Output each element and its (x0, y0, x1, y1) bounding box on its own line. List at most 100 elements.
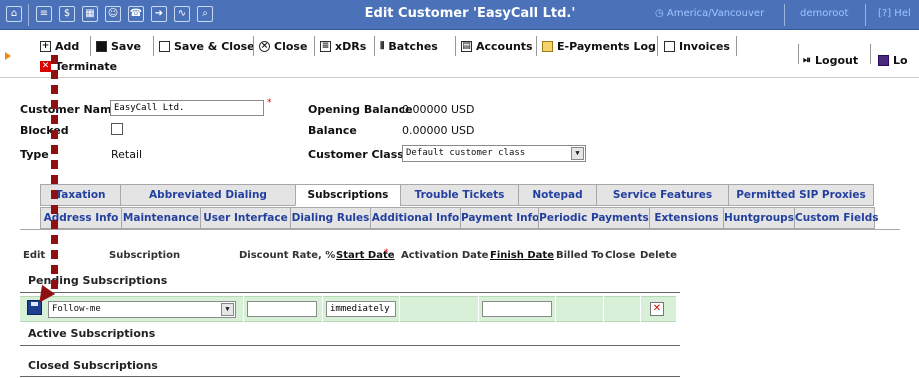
accounts-button[interactable]: ▤ Accounts (461, 38, 533, 54)
page-title: Edit Customer 'EasyCall Ltd.' (364, 6, 576, 21)
separator (28, 4, 29, 26)
col-delete: Delete (640, 250, 677, 261)
separator (865, 4, 866, 26)
close-icon: × (259, 40, 270, 52)
toolbar: + Add Save Save & Close × Close ≡ xDRs ⦀ Bat… (0, 30, 919, 78)
tab-extensions[interactable]: Extensions (649, 207, 723, 229)
cell-divider (555, 296, 556, 322)
cell-divider (478, 296, 479, 322)
delete-row-icon[interactable]: ✕ (650, 302, 664, 316)
required-marker: * (384, 248, 389, 258)
logout-button[interactable]: ⏯ Logout (803, 52, 858, 68)
epayments-log-button[interactable]: E-Payments Log (542, 38, 656, 54)
divider (20, 345, 680, 346)
save-close-button[interactable]: Save & Close (159, 38, 255, 54)
cell-divider (243, 296, 244, 322)
add-label: Add (55, 39, 80, 53)
tab-additional-info[interactable]: Additional Info (370, 207, 460, 229)
grid-icon[interactable]: ▦ (82, 6, 98, 22)
plus-icon: + (40, 40, 51, 52)
close-button[interactable]: × Close (259, 38, 307, 54)
tab-periodic-payments[interactable]: Periodic Payments (538, 207, 649, 229)
tab-row-2: Address Info Maintenance User Interface Dia… (40, 207, 900, 229)
customer-class-value: Default customer class (406, 148, 526, 158)
document-icon: ≡ (320, 40, 331, 52)
tab-subscriptions[interactable]: Subscriptions (295, 184, 400, 206)
tab-abbreviated-dialing[interactable]: Abbreviated Dialing (120, 184, 295, 206)
tab-custom-fields[interactable]: Custom Fields (794, 207, 879, 229)
expand-arrow-icon[interactable] (5, 52, 11, 60)
discount-rate-input[interactable] (247, 301, 317, 317)
col-edit: Edit (23, 250, 46, 261)
col-finish-date[interactable]: Finish Date (490, 250, 554, 261)
timezone-link[interactable]: ◷ America/Vancouver (655, 8, 764, 19)
user-link[interactable]: demoroot (800, 8, 848, 19)
opening-balance-label: Opening Balance (308, 103, 413, 116)
log-button[interactable]: Lo (878, 52, 908, 68)
customer-class-label: Customer Class (308, 148, 404, 161)
tab-permitted-sip-proxies[interactable]: Permitted SIP Proxies (728, 184, 874, 206)
help-label: Hel (894, 8, 911, 19)
cell-divider (640, 296, 641, 322)
disk-icon (159, 40, 170, 52)
closed-subscriptions-heading: Closed Subscriptions (28, 359, 158, 372)
chevron-down-icon: ▼ (571, 147, 584, 160)
save-button[interactable]: Save (96, 38, 141, 54)
batches-button[interactable]: ⦀ Batches (380, 38, 438, 54)
subscription-select[interactable]: Follow-me ▼ (48, 301, 236, 318)
close-label: Close (274, 39, 308, 53)
arrow-icon[interactable]: ➜ (151, 6, 167, 22)
tab-notepad[interactable]: Notepad (518, 184, 596, 206)
annotation-dotted-line (51, 55, 58, 293)
tab-huntgroups[interactable]: Huntgroups (723, 207, 794, 229)
invoice-icon (664, 40, 675, 52)
terminate-icon: ✕ (40, 60, 51, 72)
col-close: Close (605, 250, 636, 261)
phone-icon[interactable]: ☎ (128, 6, 144, 22)
xdrs-label: xDRs (335, 39, 367, 53)
epayments-label: E-Payments Log (557, 39, 656, 53)
accounts-label: Accounts (476, 39, 533, 53)
subscription-value: Follow-me (52, 304, 101, 314)
separator (314, 36, 315, 56)
chevron-down-icon: ▼ (221, 303, 234, 316)
xdrs-button[interactable]: ≡ xDRs (320, 38, 366, 54)
person-icon[interactable]: ☺ (105, 6, 121, 22)
home-icon[interactable]: ⌂ (6, 6, 22, 22)
type-label: Type (20, 148, 49, 161)
chart-icon[interactable]: ∿ (174, 6, 190, 22)
tab-maintenance[interactable]: Maintenance (121, 207, 200, 229)
search-icon[interactable]: ⌕ (197, 6, 213, 22)
cell-divider (603, 296, 604, 322)
separator (657, 36, 658, 56)
tab-payment-info[interactable]: Payment Info (460, 207, 539, 229)
dollar-icon[interactable]: $ (59, 6, 75, 22)
required-marker: * (267, 98, 272, 108)
col-subscription: Subscription (109, 250, 181, 261)
finish-date-input[interactable] (482, 301, 552, 317)
log-label: Lo (893, 53, 908, 67)
help-link[interactable]: [?] Hel (878, 8, 911, 19)
tab-trouble-tickets[interactable]: Trouble Tickets (400, 184, 518, 206)
customer-class-select[interactable]: Default customer class ▼ (402, 145, 586, 162)
tab-service-features[interactable]: Service Features (596, 184, 728, 206)
tab-user-interface[interactable]: User Interface (200, 207, 290, 229)
terminate-label: Terminate (55, 59, 118, 73)
blocked-label: Blocked (20, 124, 69, 137)
start-date-input[interactable] (326, 301, 396, 317)
invoices-button[interactable]: Invoices (664, 38, 730, 54)
disk-icon (96, 40, 107, 52)
batches-icon: ⦀ (380, 40, 385, 52)
separator (90, 36, 91, 56)
separator (153, 36, 154, 56)
invoices-label: Invoices (679, 39, 730, 53)
separator (798, 44, 799, 64)
list-icon[interactable]: ≡ (36, 6, 52, 22)
cell-divider (322, 296, 323, 322)
tab-dialing-rules[interactable]: Dialing Rules (290, 207, 370, 229)
customer-name-input[interactable] (110, 100, 264, 116)
title-bar: ⌂ ≡ $ ▦ ☺ ☎ ➜ ∿ ⌕ Edit Customer 'EasyCal… (0, 0, 919, 30)
blocked-checkbox[interactable] (111, 123, 123, 135)
divider (20, 292, 680, 293)
add-button[interactable]: + Add (40, 38, 79, 54)
